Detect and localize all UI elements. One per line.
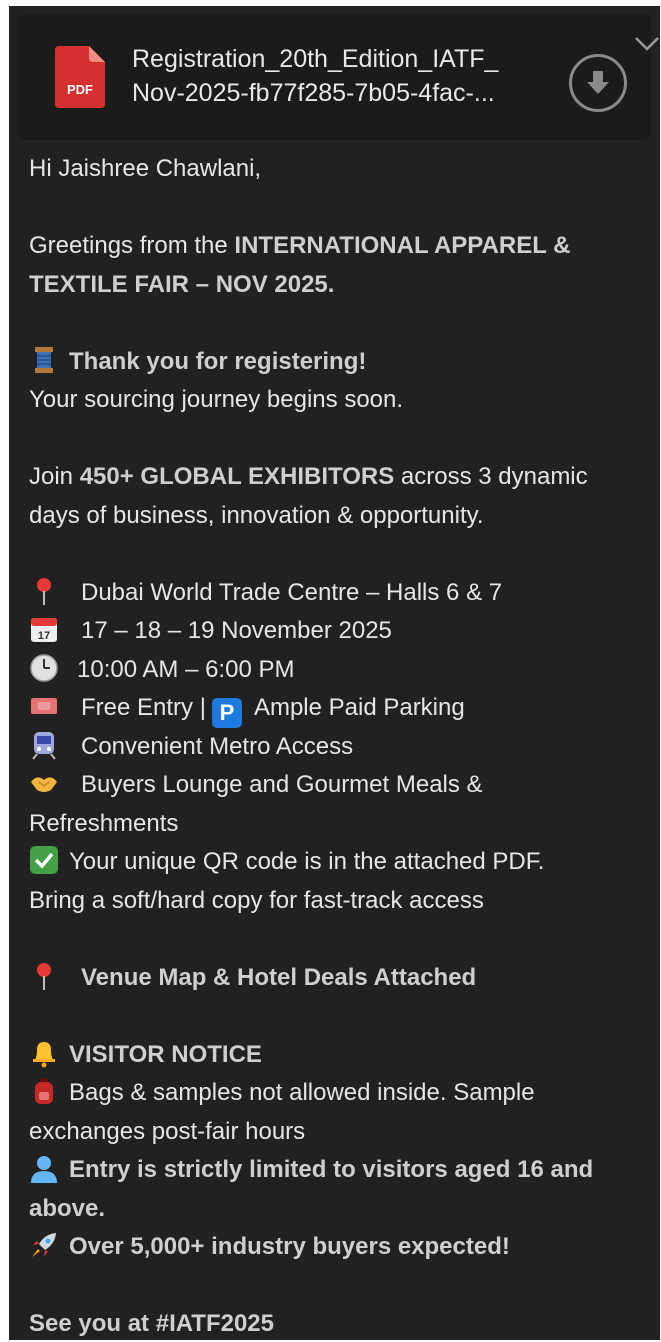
attachment-filename-line-1: Registration_20th_Edition_IATF_: [132, 45, 499, 73]
thanks-text: Thank you for registering!: [69, 347, 367, 375]
exhibitors-count: 450+ GLOBAL EXHIBITORS: [79, 463, 395, 490]
hours-line: 10:00 AM – 6:00 PM: [29, 651, 659, 690]
age-line-1: Entry is strictly limited to visitors ag…: [29, 1151, 659, 1190]
svg-text:17: 17: [38, 630, 50, 642]
attachment-filename[interactable]: Registration_20th_Edition_IATF_ Nov-2025…: [132, 42, 562, 110]
parking-text: Ample Paid Parking: [253, 694, 465, 721]
age-line-2: above.: [29, 1194, 106, 1222]
clock-icon: [29, 653, 59, 683]
qr-line-1: Your unique QR code is in the attached P…: [29, 843, 659, 882]
intro-line-2: TEXTILE FAIR – NOV 2025.: [29, 270, 335, 298]
pin-icon: [29, 961, 59, 991]
thread-spool-icon: [29, 345, 59, 375]
parking-icon: P: [211, 698, 242, 728]
event-name: INTERNATIONAL APPAREL &: [234, 232, 571, 259]
email-body: Hi Jaishree Chawlani, Greetings from the…: [29, 150, 659, 1340]
signoff: See you at #IATF2025: [29, 1310, 274, 1337]
dates-text: 17 – 18 – 19 November 2025: [81, 617, 392, 644]
bell-icon: [29, 1038, 59, 1068]
lounge-text: Buyers Lounge and Gourmet Meals &: [81, 771, 483, 798]
lounge-line-1: Buyers Lounge and Gourmet Meals &: [29, 766, 659, 805]
metro-line: Convenient Metro Access: [29, 728, 659, 767]
qr-text: Your unique QR code is in the attached P…: [69, 848, 545, 875]
download-button[interactable]: [569, 54, 627, 112]
notice-title-line: VISITOR NOTICE: [29, 1036, 659, 1075]
greeting: Hi Jaishree Chawlani,: [29, 155, 262, 182]
thanks-line: Thank you for registering!: [29, 343, 659, 382]
bags-text: Bags & samples not allowed inside. Sampl…: [69, 1079, 535, 1106]
rocket-icon: [29, 1230, 59, 1260]
chevron-down-icon[interactable]: [634, 36, 660, 52]
journey-line: Your sourcing journey begins soon.: [29, 386, 404, 413]
buyers-text: Over 5,000+ industry buyers expected!: [69, 1233, 510, 1260]
bags-line-2: exchanges post-fair hours: [29, 1117, 306, 1145]
attachment-filename-line-2: Nov-2025-fb77f285-7b05-4fac-...: [132, 79, 495, 107]
pdf-type-label: PDF: [67, 82, 93, 97]
map-text: Venue Map & Hotel Deals Attached: [81, 963, 477, 991]
person-icon: [29, 1153, 59, 1183]
join-line-1: Join 450+ GLOBAL EXHIBITORS across 3 dyn…: [29, 458, 659, 497]
venue-text: Dubai World Trade Centre – Halls 6 & 7: [81, 578, 503, 606]
join-suffix: across 3 dynamic: [394, 463, 588, 490]
dates-line: 17 17 – 18 – 19 November 2025: [29, 612, 659, 651]
age-text: Entry is strictly limited to visitors ag…: [69, 1156, 594, 1183]
ticket-icon: [29, 691, 59, 721]
email-viewer: PDF Registration_20th_Edition_IATF_ Nov-…: [9, 6, 660, 1340]
train-icon: [29, 730, 59, 760]
pdf-file-icon: PDF: [55, 46, 105, 108]
entry-parking-line: Free Entry | P Ample Paid Parking: [29, 689, 659, 728]
join-line-2: days of business, innovation & opportuni…: [29, 501, 484, 529]
hours-text: 10:00 AM – 6:00 PM: [77, 655, 295, 683]
check-mark-icon: [29, 845, 59, 875]
handshake-icon: [29, 768, 59, 798]
intro-prefix: Greetings from the: [29, 232, 235, 259]
metro-text: Convenient Metro Access: [81, 732, 354, 760]
map-line: Venue Map & Hotel Deals Attached: [29, 959, 659, 998]
bags-line-1: Bags & samples not allowed inside. Sampl…: [29, 1074, 659, 1113]
calendar-icon: 17: [29, 614, 59, 644]
pin-icon: [29, 576, 59, 606]
backpack-icon: [29, 1076, 59, 1106]
qr-line-2: Bring a soft/hard copy for fast-track ac…: [29, 886, 484, 914]
intro-line-1: Greetings from the INTERNATIONAL APPAREL…: [29, 227, 659, 266]
entry-text: Free Entry |: [81, 694, 206, 721]
lounge-line-2: Refreshments: [29, 809, 179, 837]
venue-line: Dubai World Trade Centre – Halls 6 & 7: [29, 574, 659, 613]
buyers-line: Over 5,000+ industry buyers expected!: [29, 1228, 659, 1267]
attachment-card[interactable]: PDF Registration_20th_Edition_IATF_ Nov-…: [17, 14, 659, 140]
download-icon: [587, 71, 609, 94]
notice-title: VISITOR NOTICE: [69, 1040, 262, 1068]
join-prefix: Join: [29, 463, 80, 490]
